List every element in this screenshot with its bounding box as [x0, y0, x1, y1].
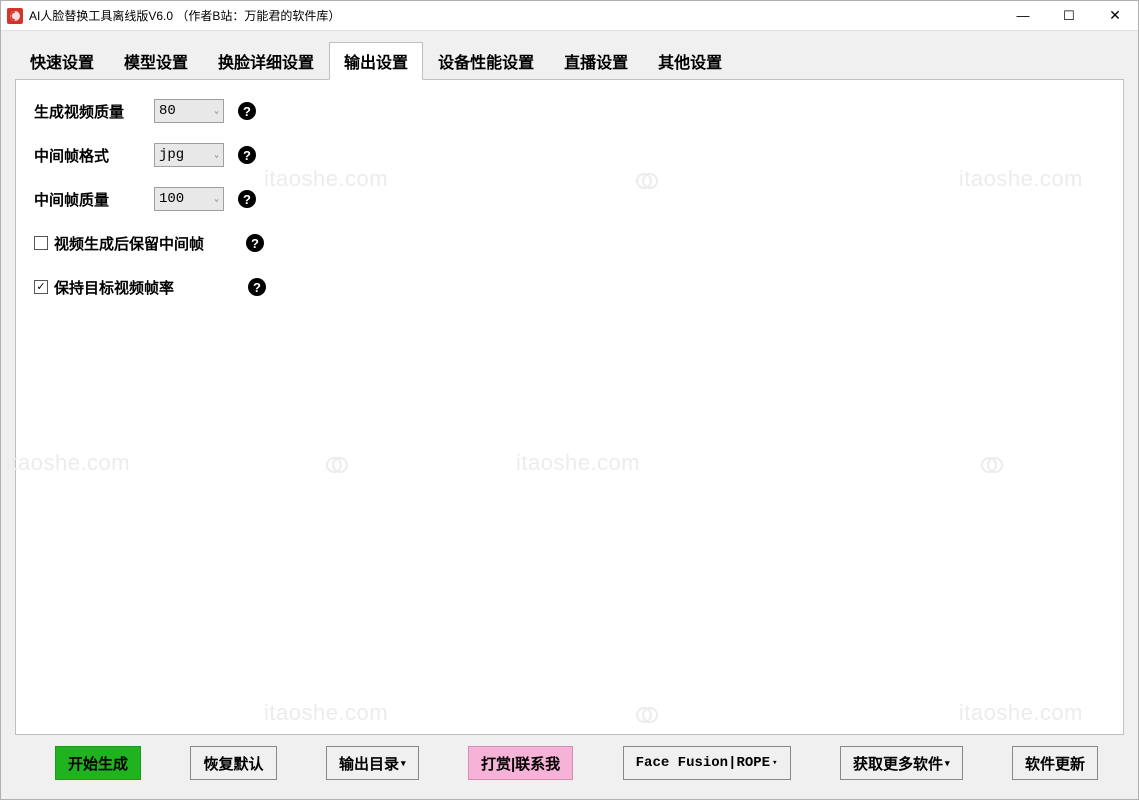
tab-other-settings[interactable]: 其他设置 [643, 42, 737, 80]
help-icon-keep-fps[interactable]: ? [248, 278, 266, 296]
titlebar: AI人脸替换工具离线版V6.0 （作者B站：万能君的软件库） ― ☐ ✕ [1, 1, 1138, 31]
settings-panel: 生成视频质量 80 ⌄ ? 中间帧格式 jpg ⌄ ? 中间帧质量 100 [15, 79, 1124, 735]
checkbox-keep-fps[interactable] [34, 280, 48, 294]
chevron-down-icon: ⌄ [214, 194, 219, 204]
tab-device-perf-settings[interactable]: 设备性能设置 [423, 42, 549, 80]
help-icon-frame-quality[interactable]: ? [238, 190, 256, 208]
label-keep-fps: 保持目标视频帧率 [54, 277, 174, 298]
watermark [326, 450, 348, 476]
tab-output-settings[interactable]: 输出设置 [329, 42, 423, 80]
facefusion-rope-button[interactable]: Face Fusion|ROPE▾ [623, 746, 791, 780]
window-title: AI人脸替换工具离线版V6.0 （作者B站：万能君的软件库） [29, 7, 340, 24]
combo-frame-format-value: jpg [159, 147, 184, 163]
donate-contact-button[interactable]: 打赏|联系我 [468, 746, 573, 780]
watermark: itaoshe.com [516, 450, 640, 476]
label-video-quality: 生成视频质量 [34, 101, 154, 122]
more-software-button[interactable]: 获取更多软件▾ [840, 746, 963, 780]
software-update-button[interactable]: 软件更新 [1012, 746, 1098, 780]
more-software-label: 获取更多软件 [853, 753, 943, 774]
tab-quick-settings[interactable]: 快速设置 [15, 42, 109, 80]
bottom-toolbar: 开始生成 恢复默认 输出目录▾ 打赏|联系我 Face Fusion|ROPE▾… [15, 735, 1124, 789]
combo-frame-quality[interactable]: 100 ⌄ [154, 187, 224, 211]
maximize-button[interactable]: ☐ [1046, 1, 1092, 30]
checkbox-keep-frames[interactable] [34, 236, 48, 250]
chevron-down-icon: ⌄ [214, 106, 219, 116]
help-icon-frame-format[interactable]: ? [238, 146, 256, 164]
reset-defaults-button[interactable]: 恢复默认 [190, 746, 276, 780]
output-dir-button[interactable]: 输出目录▾ [326, 746, 419, 780]
watermark: itaoshe.com [959, 700, 1083, 726]
close-button[interactable]: ✕ [1092, 1, 1138, 30]
label-frame-format: 中间帧格式 [34, 145, 154, 166]
chevron-down-icon: ▾ [401, 758, 406, 769]
watermark [636, 700, 658, 726]
help-icon-keep-frames[interactable]: ? [246, 234, 264, 252]
app-icon [7, 8, 23, 24]
chevron-down-icon: ▾ [772, 758, 777, 768]
help-icon-video-quality[interactable]: ? [238, 102, 256, 120]
tab-bar: 快速设置 模型设置 换脸详细设置 输出设置 设备性能设置 直播设置 其他设置 [15, 41, 1124, 79]
minimize-button[interactable]: ― [1000, 1, 1046, 30]
label-keep-frames: 视频生成后保留中间帧 [54, 233, 204, 254]
watermark [981, 450, 1003, 476]
watermark: itaoshe.com [6, 450, 130, 476]
chevron-down-icon: ⌄ [214, 150, 219, 160]
watermark: itaoshe.com [264, 700, 388, 726]
output-dir-label: 输出目录 [339, 753, 399, 774]
facefusion-label: Face Fusion|ROPE [636, 755, 770, 771]
tab-swap-detail-settings[interactable]: 换脸详细设置 [203, 42, 329, 80]
combo-frame-quality-value: 100 [159, 191, 184, 207]
combo-frame-format[interactable]: jpg ⌄ [154, 143, 224, 167]
start-button[interactable]: 开始生成 [55, 746, 141, 780]
chevron-down-icon: ▾ [945, 758, 950, 769]
combo-video-quality-value: 80 [159, 103, 176, 119]
tab-model-settings[interactable]: 模型设置 [109, 42, 203, 80]
label-frame-quality: 中间帧质量 [34, 189, 154, 210]
tab-live-settings[interactable]: 直播设置 [549, 42, 643, 80]
combo-video-quality[interactable]: 80 ⌄ [154, 99, 224, 123]
